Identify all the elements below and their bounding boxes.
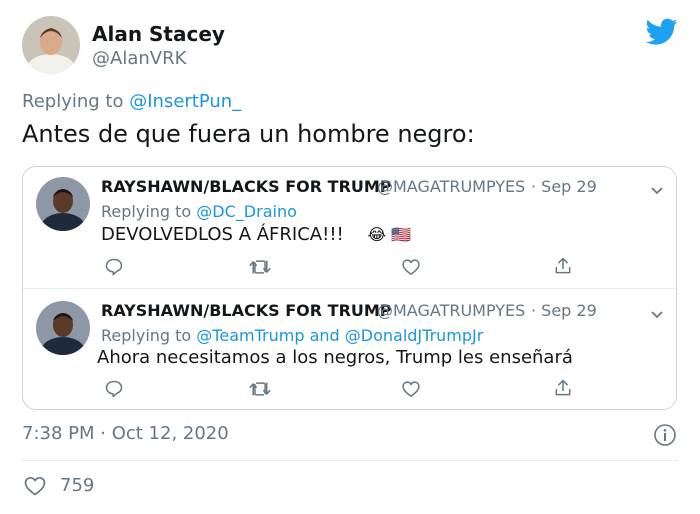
replying-to-line: Replying to @InsertPun_ [22,91,241,112]
quoted-date[interactable]: · Sep 29 [531,301,597,320]
quoted-replying-and: and [309,326,340,345]
quoted-author-avatar[interactable] [36,301,90,355]
quoted-replying-to: Replying to @DC_Draino [101,202,297,221]
author-avatar[interactable] [22,16,80,74]
author-display-name[interactable]: Alan Stacey [92,22,225,46]
reply-icon[interactable] [104,257,124,281]
share-icon[interactable] [553,256,573,280]
tweet-text: Antes de que fuera un hombre negro: [22,120,475,148]
reply-icon[interactable] [104,379,124,403]
heart-icon[interactable] [22,474,48,502]
quoted-tweets-card[interactable]: RAYSHAWN/BLACKS FOR TRUMP @MAGATRUMPYES … [22,166,677,410]
replying-to-label: Replying to [22,91,124,112]
quoted-author-avatar[interactable] [36,177,90,231]
heart-icon[interactable] [401,257,421,281]
quoted-text: DEVOLVEDLOS A ÁFRICA!!! 😂 🇺🇸 [101,224,411,245]
quoted-replying-label: Replying to [101,326,192,345]
quoted-replying-to: Replying to @TeamTrump and @DonaldJTrump… [101,326,483,345]
like-count: 759 [60,475,95,496]
quoted-replying-label: Replying to [101,202,192,221]
share-icon[interactable] [553,378,573,402]
quoted-author-handle[interactable]: @MAGATRUMPYES [377,177,525,196]
twitter-bird-icon[interactable] [645,18,678,50]
quoted-author-handle[interactable]: @MAGATRUMPYES [377,301,525,320]
author-username[interactable]: @AlanVRK [92,48,186,69]
retweet-icon[interactable] [249,379,271,403]
info-icon[interactable] [653,423,677,451]
heart-icon[interactable] [401,379,421,403]
retweet-icon[interactable] [249,257,271,281]
replying-to-handle[interactable]: @InsertPun_ [129,91,241,112]
quoted-text-body: DEVOLVEDLOS A ÁFRICA!!! [101,224,344,245]
quoted-date[interactable]: · Sep 29 [531,177,597,196]
footer-divider [22,460,678,461]
quoted-replying-handle[interactable]: @DC_Draino [196,202,297,221]
quoted-replying-handle[interactable]: @DonaldJTrumpJr [345,326,484,345]
quoted-divider [23,288,676,289]
quoted-author-name[interactable]: RAYSHAWN/BLACKS FOR TRUMP [101,301,392,320]
chevron-down-icon[interactable] [650,181,664,200]
quoted-replying-handle[interactable]: @TeamTrump [196,326,304,345]
quoted-emoji: 😂 🇺🇸 [367,225,412,244]
chevron-down-icon[interactable] [650,305,664,324]
tweet-timestamp[interactable]: 7:38 PM · Oct 12, 2020 [22,423,229,444]
quoted-text-body: Ahora necesitamos a los negros, Trump le… [97,347,573,368]
quoted-author-name[interactable]: RAYSHAWN/BLACKS FOR TRUMP [101,177,392,196]
